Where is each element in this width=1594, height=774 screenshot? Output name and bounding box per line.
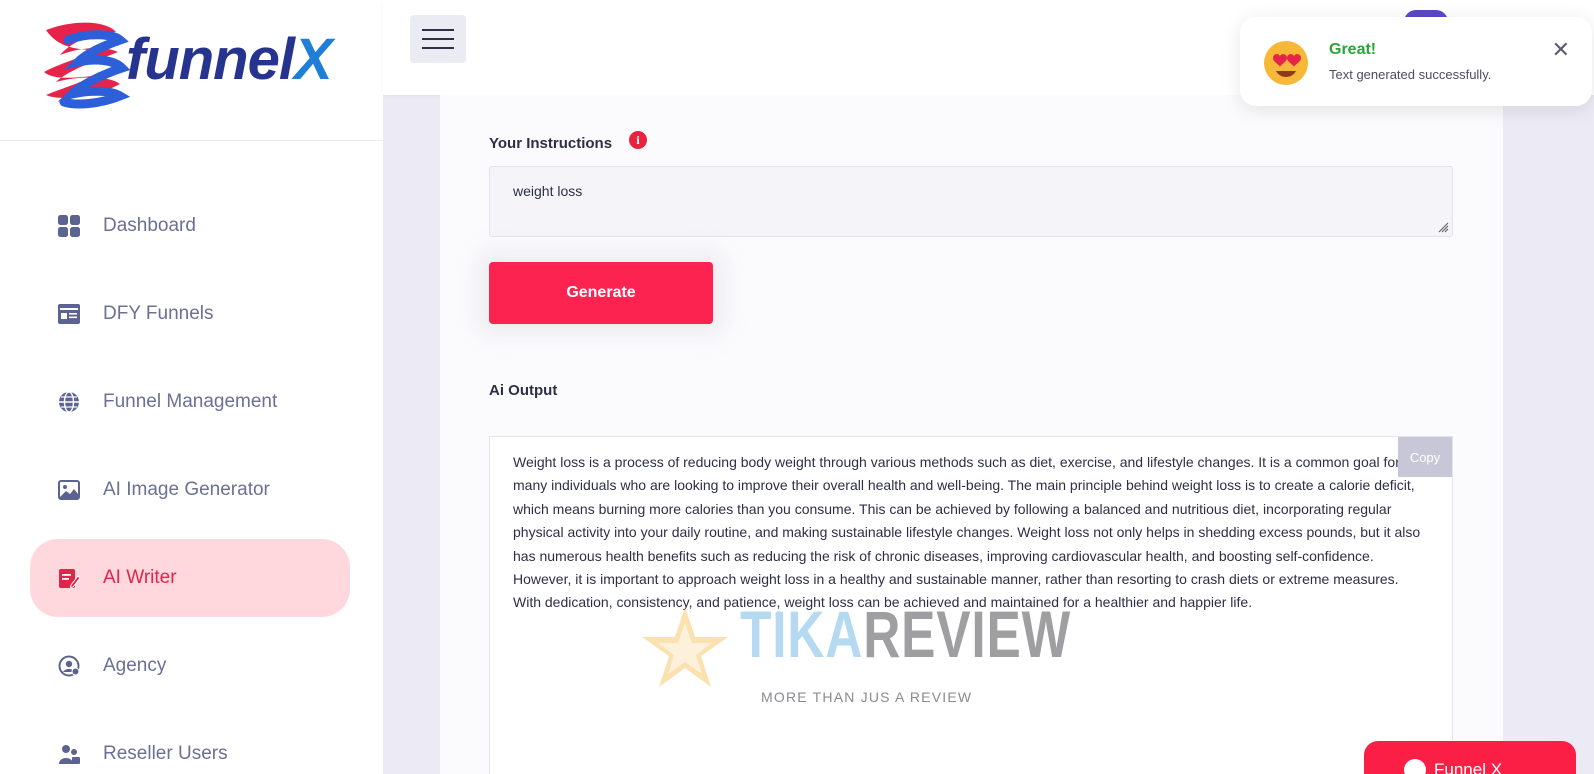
generate-button[interactable]: Generate <box>489 262 713 324</box>
user-circle-icon <box>57 654 81 678</box>
sidebar-item-agency[interactable]: Agency <box>30 627 350 705</box>
instructions-textarea[interactable]: weight loss <box>489 166 1453 237</box>
chat-label: Funnel X <box>1434 760 1503 774</box>
sidebar-item-label: Reseller Users <box>103 743 228 764</box>
image-icon <box>57 478 81 502</box>
id-card-icon <box>57 302 81 326</box>
sidebar-item-funnel-management[interactable]: Funnel Management <box>30 363 350 441</box>
sidebar-item-label: Agency <box>103 655 167 676</box>
heart-eyes-emoji-icon <box>1264 41 1308 85</box>
sidebar-item-ai-writer[interactable]: AI Writer <box>30 539 350 617</box>
sidebar-item-dashboard[interactable]: Dashboard <box>30 187 350 265</box>
sidebar-item-reseller-users[interactable]: Reseller Users <box>30 715 350 774</box>
sidebar-item-label: Dashboard <box>103 215 196 236</box>
sidebar-divider <box>0 140 383 141</box>
watermark-tagline: MORE THAN JUS A REVIEW <box>761 689 973 705</box>
sidebar-item-dfy-funnels[interactable]: DFY Funnels <box>30 275 350 353</box>
watermark-star-icon <box>642 607 728 687</box>
copy-button[interactable]: Copy <box>1398 437 1452 477</box>
instructions-label: Your Instructions <box>489 135 613 152</box>
sidebar-item-label: AI Image Generator <box>103 479 270 500</box>
sidebar-item-label: AI Writer <box>103 567 177 588</box>
watermark-brand: TIKAREVIEW <box>740 597 1071 671</box>
chat-icon <box>1404 759 1426 774</box>
globe-icon <box>57 390 81 414</box>
chat-widget-button[interactable]: Funnel X <box>1364 741 1576 774</box>
sidebar: funnelX Dashboard DFY Funnels Funnel Man… <box>0 0 383 774</box>
users-icon <box>57 742 81 766</box>
sidebar-item-label: Funnel Management <box>103 391 278 412</box>
instructions-value: weight loss <box>513 183 583 199</box>
toast-message: Text generated successfully. <box>1329 67 1492 82</box>
edit-icon <box>57 566 81 590</box>
funnelx-logo[interactable]: funnelX <box>38 10 358 110</box>
success-toast: Great! Text generated successfully. ✕ <box>1240 17 1592 106</box>
logo-mark-icon <box>44 22 131 109</box>
info-icon[interactable]: i <box>629 131 647 149</box>
ai-output-label: Ai Output <box>489 382 558 399</box>
ai-output-text: Weight loss is a process of reducing bod… <box>513 454 1421 611</box>
logo-text: funnelX <box>126 27 333 92</box>
hamburger-menu-button[interactable] <box>410 15 466 63</box>
close-icon[interactable]: ✕ <box>1552 39 1570 61</box>
menu-icon <box>422 29 454 31</box>
resize-grip-icon[interactable] <box>1437 221 1449 233</box>
sidebar-item-ai-image-generator[interactable]: AI Image Generator <box>30 451 350 529</box>
grid-icon <box>57 214 81 238</box>
sidebar-item-label: DFY Funnels <box>103 303 214 324</box>
toast-title: Great! <box>1329 41 1377 58</box>
